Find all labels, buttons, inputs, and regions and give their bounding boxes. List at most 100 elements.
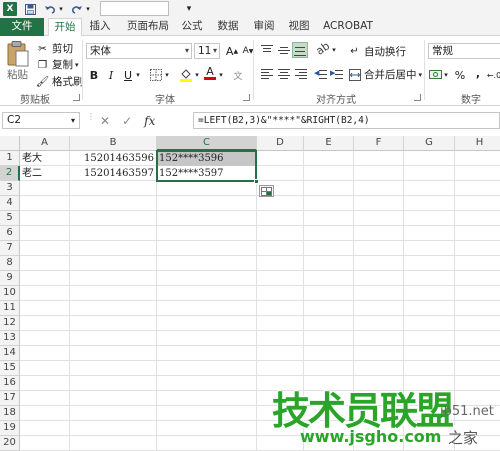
save-icon[interactable] [23,2,37,16]
font-launcher-icon[interactable] [243,94,250,101]
percent-button[interactable]: % [452,67,468,83]
borders-dropdown-icon[interactable]: ▾ [163,67,171,83]
borders-button[interactable] [148,67,164,83]
bold-button[interactable]: B [86,67,102,83]
customize-qat-icon[interactable]: ▾ [182,2,196,16]
cut-button[interactable]: ✂ 剪切 [36,41,73,56]
column-header-f[interactable]: F [354,136,404,151]
orientation-dropdown-icon[interactable]: ▾ [330,42,338,58]
row-header-1[interactable]: 1 [0,151,20,166]
tab-file[interactable]: 文件 [0,18,44,36]
paste-button[interactable]: 粘贴 [7,67,28,82]
phonetic-button[interactable]: 文 [230,67,246,83]
excel-logo-icon: X [3,2,17,16]
tab-formulas[interactable]: 公式 [178,18,206,36]
redo-icon[interactable] [70,2,84,16]
align-right-icon[interactable] [294,67,308,81]
cell-b1[interactable]: 15201463596 [70,151,156,166]
accounting-dropdown-icon[interactable]: ▾ [442,67,450,83]
column-header-c[interactable]: C [157,136,257,151]
number-format-select[interactable]: 常规 [428,43,500,59]
tab-data[interactable]: 数据 [214,18,242,36]
font-color-button[interactable]: A [202,65,218,81]
align-middle-icon[interactable] [277,44,291,56]
italic-button[interactable]: I [103,67,119,83]
wrap-text-button[interactable]: ↵ 自动换行 [348,44,406,59]
formula-bar-splitter-icon[interactable]: ⋮ [87,113,95,127]
underline-dropdown-icon[interactable]: ▾ [134,67,142,83]
align-center-icon[interactable] [277,67,291,81]
paste-icon[interactable] [6,40,30,68]
column-header-g[interactable]: G [404,136,455,151]
fill-handle[interactable] [254,179,259,184]
copy-button[interactable]: ❐ 复制 ▾ [36,57,79,72]
column-header-a[interactable]: A [20,136,70,151]
row-header-8[interactable]: 8 [0,256,20,271]
font-name-select[interactable]: 宋体 ▾ [86,43,192,59]
cell-a1[interactable]: 老大 [20,151,69,166]
tab-home[interactable]: 开始 [48,18,82,37]
insert-function-icon[interactable]: fx [144,114,155,128]
row-header-18[interactable]: 18 [0,406,20,421]
borders-icon [150,69,162,81]
format-painter-button[interactable]: 🖌 格式刷 [36,74,84,89]
column-header-d[interactable]: D [257,136,304,151]
font-color-dropdown-icon[interactable]: ▾ [217,67,225,83]
undo-dropdown-icon[interactable]: ▾ [58,2,64,16]
decrease-indent-icon[interactable]: ◀ [314,67,328,81]
tab-page-layout[interactable]: 页面布局 [122,18,174,36]
enter-icon[interactable]: ✓ [122,114,132,128]
redo-dropdown-icon[interactable]: ▾ [85,2,91,16]
tab-acrobat[interactable]: ACROBAT [320,18,376,36]
undo-icon[interactable] [43,2,57,16]
row-header-3[interactable]: 3 [0,181,20,196]
paint-bucket-icon [180,69,192,82]
row-header-2[interactable]: 2 [0,166,20,181]
align-left-icon[interactable] [260,67,274,81]
ribbon-home: 粘贴 ✂ 剪切 ❐ 复制 ▾ 🖌 格式刷 剪贴板 宋体 ▾ 11 ▾ A ▲ A ▼ B I U… [0,36,500,106]
flash-fill-options-icon[interactable] [259,185,274,197]
align-bottom-icon[interactable] [292,42,308,58]
clipboard-launcher-icon[interactable] [73,94,80,101]
grow-font-button[interactable]: A ▲ [224,43,240,59]
tab-insert[interactable]: 插入 [84,18,116,36]
row-header-11[interactable]: 11 [0,301,20,316]
row-header-5[interactable]: 5 [0,211,20,226]
formula-input[interactable]: =LEFT(B2,3)&"****"&RIGHT(B2,4) [193,112,500,129]
tab-review[interactable]: 审阅 [250,18,278,36]
currency-icon [429,70,442,79]
row-header-16[interactable]: 16 [0,376,20,391]
increase-indent-icon[interactable]: ▶ [330,67,344,81]
fill-color-button[interactable] [178,67,194,83]
row-header-15[interactable]: 15 [0,361,20,376]
column-header-e[interactable]: E [304,136,354,151]
comma-style-button[interactable]: , [470,65,486,81]
row-header-6[interactable]: 6 [0,226,20,241]
row-header-19[interactable]: 19 [0,421,20,436]
increase-decimal-button[interactable]: ←.0 [486,67,500,83]
row-header-7[interactable]: 7 [0,241,20,256]
fill-color-dropdown-icon[interactable]: ▾ [193,67,201,83]
font-size-select[interactable]: 11 ▾ [194,43,220,59]
row-header-17[interactable]: 17 [0,391,20,406]
column-header-h[interactable]: H [455,136,500,151]
qat-customize-box[interactable] [100,1,169,16]
watermark-url: www.jsgho.com [300,427,442,446]
row-header-10[interactable]: 10 [0,286,20,301]
cell-a2[interactable]: 老二 [20,166,69,181]
row-header-13[interactable]: 13 [0,331,20,346]
merge-center-button[interactable]: 合并后居中 ▾ [348,67,422,82]
row-header-12[interactable]: 12 [0,316,20,331]
column-header-b[interactable]: B [70,136,157,151]
name-box[interactable]: C2 ▾ [2,112,80,129]
tab-view[interactable]: 视图 [285,18,313,36]
alignment-launcher-icon[interactable] [414,94,421,101]
row-header-20[interactable]: 20 [0,436,20,451]
row-header-4[interactable]: 4 [0,196,20,211]
cancel-icon[interactable]: ✕ [100,114,110,128]
cell-b2[interactable]: 15201463597 [70,166,156,181]
align-top-icon[interactable] [260,44,274,56]
select-all-corner[interactable] [0,136,20,151]
row-header-14[interactable]: 14 [0,346,20,361]
row-header-9[interactable]: 9 [0,271,20,286]
